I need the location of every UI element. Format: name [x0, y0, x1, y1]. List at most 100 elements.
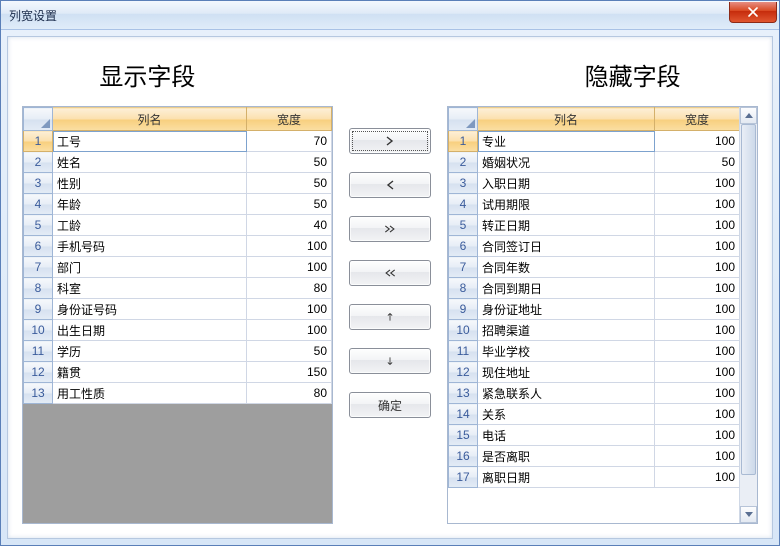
cell-name[interactable]: 性别 [53, 173, 247, 194]
row-header[interactable]: 3 [24, 173, 53, 194]
cell-width[interactable]: 50 [247, 194, 332, 215]
cell-width[interactable]: 100 [247, 236, 332, 257]
cell-name[interactable]: 合同年数 [478, 257, 655, 278]
table-row[interactable]: 8合同到期日100 [449, 278, 740, 299]
cell-width[interactable]: 100 [655, 467, 740, 488]
row-header[interactable]: 11 [24, 341, 53, 362]
cell-width[interactable]: 100 [655, 215, 740, 236]
table-row[interactable]: 2婚姻状况50 [449, 152, 740, 173]
row-header[interactable]: 1 [449, 131, 478, 152]
cell-name[interactable]: 现住地址 [478, 362, 655, 383]
cell-width[interactable]: 100 [247, 257, 332, 278]
row-header[interactable]: 2 [449, 152, 478, 173]
ok-button[interactable]: 确定 [349, 392, 431, 418]
table-row[interactable]: 5转正日期100 [449, 215, 740, 236]
table-row[interactable]: 17离职日期100 [449, 467, 740, 488]
cell-name[interactable]: 姓名 [53, 152, 247, 173]
cell-name[interactable]: 紧急联系人 [478, 383, 655, 404]
table-row[interactable]: 10招聘渠道100 [449, 320, 740, 341]
cell-width[interactable]: 100 [247, 299, 332, 320]
cell-name[interactable]: 出生日期 [53, 320, 247, 341]
table-row[interactable]: 4年龄50 [24, 194, 332, 215]
hidden-fields-grid[interactable]: 列名 宽度 1专业1002婚姻状况503入职日期1004试用期限1005转正日期… [447, 106, 758, 524]
table-row[interactable]: 12籍贯150 [24, 362, 332, 383]
table-row[interactable]: 5工龄40 [24, 215, 332, 236]
cell-width[interactable]: 100 [655, 173, 740, 194]
cell-width[interactable]: 100 [655, 299, 740, 320]
cell-name[interactable]: 转正日期 [478, 215, 655, 236]
table-row[interactable]: 16是否离职100 [449, 446, 740, 467]
move-down-button[interactable] [349, 348, 431, 374]
move-all-right-button[interactable] [349, 216, 431, 242]
cell-width[interactable]: 100 [247, 320, 332, 341]
table-row[interactable]: 1专业100 [449, 131, 740, 152]
grid-corner[interactable] [449, 108, 478, 131]
row-header[interactable]: 5 [24, 215, 53, 236]
row-header[interactable]: 3 [449, 173, 478, 194]
cell-width[interactable]: 100 [655, 341, 740, 362]
move-up-button[interactable] [349, 304, 431, 330]
row-header[interactable]: 7 [449, 257, 478, 278]
row-header[interactable]: 15 [449, 425, 478, 446]
column-header-width[interactable]: 宽度 [655, 108, 740, 131]
cell-name[interactable]: 合同签订日 [478, 236, 655, 257]
column-header-width[interactable]: 宽度 [247, 108, 332, 131]
cell-width[interactable]: 100 [655, 194, 740, 215]
row-header[interactable]: 12 [449, 362, 478, 383]
table-row[interactable]: 9身份证地址100 [449, 299, 740, 320]
row-header[interactable]: 8 [449, 278, 478, 299]
row-header[interactable]: 4 [449, 194, 478, 215]
table-row[interactable]: 9身份证号码100 [24, 299, 332, 320]
cell-width[interactable]: 100 [655, 320, 740, 341]
row-header[interactable]: 12 [24, 362, 53, 383]
cell-width[interactable]: 100 [655, 257, 740, 278]
cell-name[interactable]: 工号 [53, 131, 247, 152]
cell-name[interactable]: 毕业学校 [478, 341, 655, 362]
table-row[interactable]: 11学历50 [24, 341, 332, 362]
cell-width[interactable]: 100 [655, 383, 740, 404]
cell-name[interactable]: 电话 [478, 425, 655, 446]
cell-width[interactable]: 50 [247, 341, 332, 362]
row-header[interactable]: 8 [24, 278, 53, 299]
cell-name[interactable]: 身份证地址 [478, 299, 655, 320]
cell-name[interactable]: 合同到期日 [478, 278, 655, 299]
cell-width[interactable]: 50 [655, 152, 740, 173]
cell-name[interactable]: 身份证号码 [53, 299, 247, 320]
cell-name[interactable]: 离职日期 [478, 467, 655, 488]
move-left-button[interactable] [349, 172, 431, 198]
table-row[interactable]: 13用工性质80 [24, 383, 332, 404]
table-row[interactable]: 13紧急联系人100 [449, 383, 740, 404]
table-row[interactable]: 4试用期限100 [449, 194, 740, 215]
table-row[interactable]: 6手机号码100 [24, 236, 332, 257]
row-header[interactable]: 10 [449, 320, 478, 341]
cell-width[interactable]: 80 [247, 383, 332, 404]
row-header[interactable]: 2 [24, 152, 53, 173]
row-header[interactable]: 13 [24, 383, 53, 404]
cell-width[interactable]: 100 [655, 362, 740, 383]
cell-name[interactable]: 工龄 [53, 215, 247, 236]
cell-name[interactable]: 招聘渠道 [478, 320, 655, 341]
table-row[interactable]: 7合同年数100 [449, 257, 740, 278]
cell-name[interactable]: 年龄 [53, 194, 247, 215]
cell-width[interactable]: 150 [247, 362, 332, 383]
row-header[interactable]: 5 [449, 215, 478, 236]
scrollbar-track[interactable] [740, 124, 757, 506]
cell-width[interactable]: 70 [247, 131, 332, 152]
close-button[interactable] [729, 2, 777, 23]
table-row[interactable]: 7部门100 [24, 257, 332, 278]
cell-width[interactable]: 100 [655, 236, 740, 257]
cell-name[interactable]: 试用期限 [478, 194, 655, 215]
row-header[interactable]: 6 [449, 236, 478, 257]
row-header[interactable]: 4 [24, 194, 53, 215]
move-right-button[interactable] [349, 128, 431, 154]
table-row[interactable]: 15电话100 [449, 425, 740, 446]
cell-name[interactable]: 学历 [53, 341, 247, 362]
cell-width[interactable]: 50 [247, 152, 332, 173]
cell-width[interactable]: 100 [655, 131, 740, 152]
row-header[interactable]: 16 [449, 446, 478, 467]
cell-width[interactable]: 100 [655, 425, 740, 446]
column-header-name[interactable]: 列名 [478, 108, 655, 131]
table-row[interactable]: 3入职日期100 [449, 173, 740, 194]
row-header[interactable]: 17 [449, 467, 478, 488]
cell-name[interactable]: 科室 [53, 278, 247, 299]
